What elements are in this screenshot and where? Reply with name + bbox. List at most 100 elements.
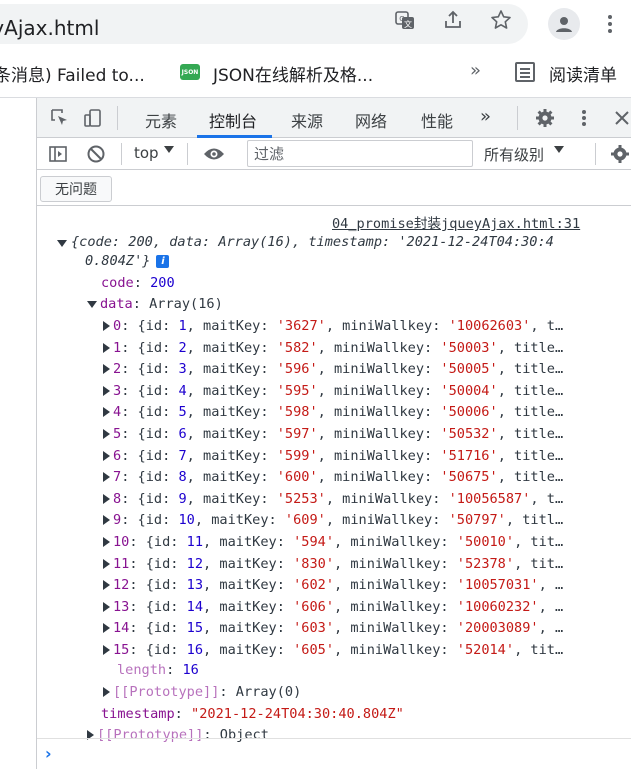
array-item-row[interactable]: 1: {id: 2, maitKey: '582', miniWallkey: …: [103, 338, 609, 358]
device-toolbar-icon[interactable]: [82, 107, 104, 129]
collapsed-triangle-icon[interactable]: [103, 321, 110, 331]
punctuation: , miniWallkey:: [334, 534, 457, 550]
punctuation: , miniWallkey:: [334, 620, 457, 637]
tab-performance[interactable]: 性能: [421, 108, 453, 132]
item-tail: , titl…: [505, 512, 564, 529]
sidebar-toggle-icon[interactable]: [47, 143, 69, 165]
prop-value: Array(0): [235, 684, 302, 700]
close-devtools-icon[interactable]: [611, 107, 631, 129]
item-tail: , tit…: [514, 555, 564, 572]
more-tabs-chevron[interactable]: »: [480, 106, 491, 127]
punctuation: , maitKey:: [186, 490, 277, 507]
inspect-element-icon[interactable]: [49, 107, 71, 129]
share-icon[interactable]: [442, 9, 464, 31]
collapsed-triangle-icon[interactable]: [103, 472, 110, 483]
collapsed-triangle-icon[interactable]: [103, 342, 110, 353]
profile-avatar-icon[interactable]: [548, 8, 580, 40]
tab-elements[interactable]: 元素: [145, 108, 177, 132]
punctuation: : {id:: [121, 490, 179, 507]
log-summary-line[interactable]: {code: 200, data: Array(16), timestamp: …: [57, 232, 631, 252]
reading-list-label[interactable]: 阅读清单: [549, 61, 617, 86]
collapsed-triangle-icon[interactable]: [103, 493, 110, 504]
item-maitkey: '599': [276, 447, 318, 464]
source-link[interactable]: 04_promise封装jqueyAjax.html:31: [332, 212, 580, 232]
array-item-row[interactable]: 13: {id: 14, maitKey: '606', miniWallkey…: [103, 597, 609, 617]
bookmark-star-icon[interactable]: [490, 9, 512, 31]
array-item-row[interactable]: 9: {id: 10, maitKey: '609', miniWallkey:…: [103, 510, 609, 530]
collapsed-triangle-icon[interactable]: [103, 645, 110, 655]
punctuation: : {id:: [129, 642, 187, 658]
array-item-row[interactable]: 5: {id: 6, maitKey: '597', miniWallkey: …: [103, 424, 609, 444]
context-selector[interactable]: top: [134, 144, 159, 162]
array-item-row[interactable]: 10: {id: 11, maitKey: '594', miniWallkey…: [103, 532, 609, 552]
item-miniwallkey: '50675': [440, 469, 498, 486]
bookmark-json-parser[interactable]: JSON在线解析及格...: [213, 61, 373, 86]
punctuation: , maitKey:: [186, 404, 277, 421]
live-expression-eye-icon[interactable]: [203, 143, 225, 165]
tab-sources[interactable]: 来源: [291, 108, 323, 132]
reading-list-icon[interactable]: [515, 62, 535, 82]
prop-key: timestamp: [101, 706, 175, 722]
collapsed-triangle-icon[interactable]: [103, 429, 110, 439]
devtools-menu-icon[interactable]: [573, 107, 595, 129]
tab-network[interactable]: 网络: [355, 108, 387, 132]
tab-console[interactable]: 控制台: [209, 108, 257, 132]
item-id: 13: [186, 577, 204, 594]
array-item-row[interactable]: 14: {id: 15, maitKey: '603', miniWallkey…: [103, 618, 609, 638]
settings-gear-icon[interactable]: [534, 107, 556, 129]
collapsed-triangle-icon[interactable]: [103, 450, 110, 461]
item-id: 11: [186, 534, 204, 550]
context-dropdown-icon[interactable]: [164, 146, 174, 153]
bookmark-failed-to[interactable]: 条消息) Failed to...: [0, 61, 145, 86]
item-maitkey: '603': [293, 620, 334, 637]
array-item-row[interactable]: 6: {id: 7, maitKey: '599', miniWallkey: …: [103, 446, 609, 466]
url-text[interactable]: eyAjax.html: [0, 16, 99, 40]
punctuation: , miniWallkey:: [334, 555, 457, 572]
item-miniwallkey: '10062603': [448, 318, 531, 334]
bookmarks-more-chevron[interactable]: »: [470, 60, 481, 81]
collapsed-triangle-icon[interactable]: [103, 407, 110, 418]
collapsed-triangle-icon[interactable]: [103, 558, 110, 569]
collapsed-triangle-icon[interactable]: [103, 385, 110, 396]
item-miniwallkey: '50003': [440, 339, 498, 356]
array-item-row[interactable]: 4: {id: 5, maitKey: '598', miniWallkey: …: [103, 402, 609, 422]
array-item-row[interactable]: 0: {id: 1, maitKey: '3627', miniWallkey:…: [103, 316, 609, 336]
levels-dropdown-icon[interactable]: [554, 146, 564, 153]
array-item-row[interactable]: 12: {id: 13, maitKey: '602', miniWallkey…: [103, 575, 609, 595]
item-index: 1: [113, 339, 122, 356]
prop-value: "2021-12-24T04:30:40.804Z": [191, 706, 404, 722]
svg-text:文: 文: [404, 19, 412, 29]
item-maitkey: '602': [293, 577, 334, 594]
prop-array-prototype[interactable]: [[Prototype]]: Array(0): [103, 682, 301, 702]
console-prompt[interactable]: ›: [37, 738, 631, 769]
item-index: 4: [113, 404, 122, 421]
array-item-row[interactable]: 7: {id: 8, maitKey: '600', miniWallkey: …: [103, 467, 609, 487]
expand-triangle-icon[interactable]: [87, 300, 97, 308]
array-item-row[interactable]: 11: {id: 12, maitKey: '830', miniWallkey…: [103, 554, 609, 574]
array-item-row[interactable]: 3: {id: 4, maitKey: '595', miniWallkey: …: [103, 381, 609, 401]
array-item-row[interactable]: 15: {id: 16, maitKey: '605', miniWallkey…: [103, 640, 609, 660]
collapsed-triangle-icon[interactable]: [103, 364, 110, 375]
array-item-row[interactable]: 2: {id: 3, maitKey: '596', miniWallkey: …: [103, 359, 609, 379]
expand-triangle-icon[interactable]: [57, 240, 67, 247]
collapsed-triangle-icon[interactable]: [103, 537, 110, 547]
collapsed-triangle-icon[interactable]: [103, 580, 110, 591]
translate-icon[interactable]: 文G: [394, 9, 416, 31]
item-miniwallkey: '20003089': [456, 620, 539, 637]
tabbar-separator: [517, 106, 518, 130]
console-settings-gear-icon[interactable]: [609, 143, 631, 165]
no-issues-button[interactable]: 无问题: [40, 176, 112, 202]
collapsed-triangle-icon[interactable]: [103, 515, 110, 526]
browser-menu-icon[interactable]: [598, 10, 622, 38]
info-badge-icon[interactable]: i: [156, 254, 170, 268]
item-maitkey: '5253': [276, 490, 326, 507]
array-item-row[interactable]: 8: {id: 9, maitKey: '5253', miniWallkey:…: [103, 489, 609, 509]
item-id: 16: [186, 642, 204, 658]
log-levels-dropdown[interactable]: 所有级别: [484, 144, 544, 165]
clear-console-icon[interactable]: [85, 143, 107, 165]
collapsed-triangle-icon[interactable]: [103, 623, 110, 634]
collapsed-triangle-icon[interactable]: [103, 601, 110, 612]
prop-data[interactable]: data: Array(16): [87, 294, 223, 314]
filter-input[interactable]: [248, 141, 472, 166]
collapsed-triangle-icon[interactable]: [103, 687, 110, 697]
